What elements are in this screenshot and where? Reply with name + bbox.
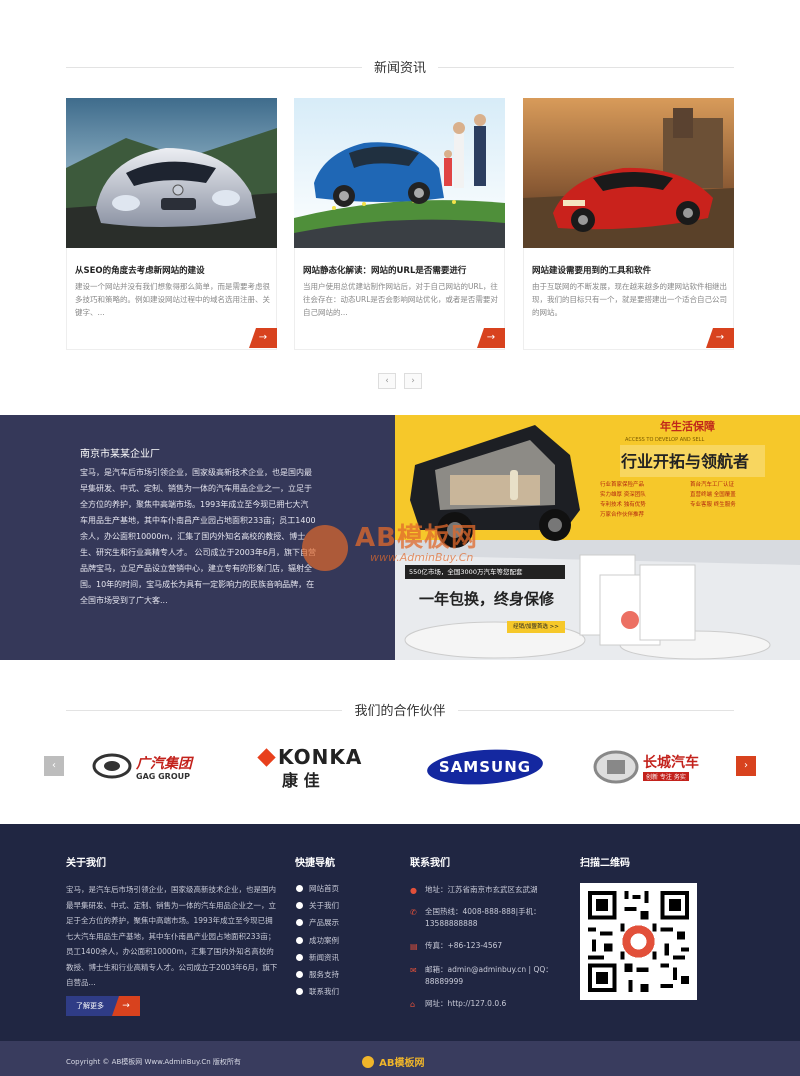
news-card-2[interactable]: 网站静态化解读：网站的URL是否需要进行 当用户使用总优建站制作网站后，对于自己… <box>294 98 505 350</box>
banner-cta-button[interactable]: 经销/加盟首选 >> <box>507 621 565 633</box>
watermark-text: AB模板网 <box>355 523 478 553</box>
banner-headline: 行业开拓与领航者 <box>621 452 750 471</box>
learn-more-label[interactable]: 了解更多 <box>76 996 104 1016</box>
copyright-text: Copyright © AB模板网 Www.AdminBuy.Cn 版权所有 <box>66 1058 241 1066</box>
footer: 关于我们 宝马，是汽车后市场引领企业，国家级高新技术企业，也是国内最早集研发、中… <box>0 824 800 1041</box>
partner-name: SAMSUNG <box>438 758 532 776</box>
watermark-logo-icon <box>302 525 348 571</box>
learn-more-button[interactable]: 了解更多 → <box>66 996 140 1016</box>
footer-about-text: 宝马，是汽车后市场引领企业，国家级高新技术企业，也是国内最早集研发、中式、定制、… <box>66 885 278 987</box>
news-prev-button[interactable]: ‹ <box>378 373 396 389</box>
contact-fax: ▤ 传真：+86-123-4567 <box>410 940 560 952</box>
fax-icon: ▤ <box>410 942 418 951</box>
footer-nav-list: 网站首页 关于我们 产品展示 成功案例 新闻资讯 服务支持 联系我们 <box>295 880 339 1000</box>
location-pin-icon: ● <box>410 886 417 895</box>
news-next-button[interactable]: › <box>404 373 422 389</box>
company-intro: 宝马，是汽车后市场引领企业，国家级高新技术企业，也是国内最早集研发、中式、定制、… <box>80 468 316 605</box>
partners-prev-button[interactable]: ‹ <box>44 756 64 776</box>
contact-address: ● 地址：江苏省南京市玄武区玄武湖 <box>410 884 560 896</box>
banner-slogan: 一年包换，终身保修 <box>419 590 555 608</box>
news-card-desc: 建设一个网站并没有我们想象得那么简单，而是需要考虑很多技巧和策略的。例如建设网站… <box>75 282 270 317</box>
phone-icon: ✆ <box>410 908 417 917</box>
contact-site-text: 网址：http://127.0.0.6 <box>425 999 507 1008</box>
news-image-red-car[interactable] <box>523 98 734 248</box>
konka-mark-icon <box>257 748 276 767</box>
partner-logo-samsung[interactable]: SAMSUNG <box>425 745 545 789</box>
news-card-title[interactable]: 从SEO的角度去考虑新网站的建设 <box>75 264 205 276</box>
news-heading: 新闻资讯 <box>361 57 438 76</box>
banner-feature: 行业首家保险产品 <box>600 482 645 488</box>
news-image-blue-car[interactable] <box>294 98 505 248</box>
news-card-3[interactable]: 网站建设需要用到的工具和软件 由于互联网的不断发展，现在越来越多的建网站软件相继… <box>523 98 734 350</box>
banner-feature: 首台汽车工厂认证 <box>690 482 735 488</box>
bottom-logo-mark-icon <box>362 1055 374 1068</box>
news-card-title[interactable]: 网站建设需要用到的工具和软件 <box>532 264 651 276</box>
news-section: 新闻资讯 从SEO的角度去考虑新网站的建设 建设一个网站并没有我们想象得那么简单… <box>0 0 800 415</box>
banner-feature: 实力雄厚 资深团队 <box>600 492 646 498</box>
mail-icon: ✉ <box>410 966 417 975</box>
arrow-right-icon[interactable]: → <box>112 996 140 1016</box>
footer-qr-title: 扫描二维码 <box>580 858 630 869</box>
partner-logo-greatwall[interactable]: 长城汽车 创新 专注 务实 <box>593 745 713 789</box>
contact-email: ✉ 邮箱：admin@adminbuy.cn | QQ：88889999 <box>410 964 560 988</box>
footer-about-title: 关于我们 <box>66 858 106 869</box>
about-section: 南京市某某企业厂 宝马，是汽车后市场引领企业，国家级高新技术企业，也是国内最早集… <box>0 415 800 660</box>
qr-code-image <box>580 883 697 1000</box>
footer-nav-item[interactable]: 联系我们 <box>295 983 339 1000</box>
copyright-bar: Copyright © AB模板网 Www.AdminBuy.Cn 版权所有 A… <box>0 1041 800 1076</box>
contact-phone-text: 全国热线：4008-888-888|手机：13588888888 <box>425 907 541 928</box>
bottom-logo[interactable]: AB模板网 <box>362 1051 424 1070</box>
partners-heading: 我们的合作伙伴 <box>342 700 458 719</box>
banner-sub-small: ACCESS TO DEVELOP AND SELL <box>625 437 705 443</box>
news-card-desc: 由于互联网的不断发展，现在越来越多的建网站软件相继出现，我们的目标只有一个，就是… <box>532 282 727 317</box>
news-card-desc: 当用户使用总优建站制作网站后，对于自己网站的URL，往往会存在：动态URL是否会… <box>303 282 498 317</box>
news-card-1[interactable]: 从SEO的角度去考虑新网站的建设 建设一个网站并没有我们想象得那么简单，而是需要… <box>66 98 277 350</box>
news-image-silver-car[interactable] <box>66 98 277 248</box>
news-section-title: 新闻资讯 <box>66 57 734 76</box>
partners-section-title: 我们的合作伙伴 <box>66 700 734 719</box>
banner-top-label: 年生活保障 <box>660 420 715 433</box>
banner-feature: 万家合作伙伴推荐 <box>600 512 645 518</box>
footer-nav-item[interactable]: 服务支持 <box>295 966 339 983</box>
footer-nav-title: 快捷导航 <box>295 858 335 869</box>
home-icon: ⌂ <box>410 1000 416 1009</box>
footer-nav-item[interactable]: 产品展示 <box>295 914 339 931</box>
footer-contact-title: 联系我们 <box>410 858 450 869</box>
contact-email-text: 邮箱：admin@adminbuy.cn | QQ：88889999 <box>425 965 553 986</box>
footer-nav-item[interactable]: 成功案例 <box>295 932 339 949</box>
footer-nav-item[interactable]: 网站首页 <box>295 880 339 897</box>
partner-name: 长城汽车 <box>643 755 699 771</box>
partner-sub: GAG GROUP <box>136 772 190 781</box>
partner-logo-gac[interactable]: 广汽集团 GAG GROUP <box>92 745 207 789</box>
banner-feature: 直营终端 全国覆盖 <box>690 492 736 498</box>
watermark-url: www.AdminBuy.Cn <box>370 551 474 564</box>
partners-section: 我们的合作伙伴 ‹ 广汽集团 GAG GROUP KONKA 康 佳 SAMSU… <box>0 660 800 824</box>
contact-address-text: 地址：江苏省南京市玄武区玄武湖 <box>425 885 538 894</box>
bottom-logo-text: AB模板网 <box>379 1058 425 1069</box>
partner-name: 广汽集团 <box>136 756 192 772</box>
company-name: 南京市某某企业厂 <box>80 449 160 460</box>
contact-site: ⌂ 网址：http://127.0.0.6 <box>410 998 560 1010</box>
banner-feature: 专业客服 终生服务 <box>690 502 736 508</box>
banner-feature: 专利技术 独有优势 <box>600 502 646 508</box>
footer-nav-item[interactable]: 关于我们 <box>295 897 339 914</box>
contact-phone: ✆ 全国热线：4008-888-888|手机：13588888888 <box>410 906 560 930</box>
partners-next-button[interactable]: › <box>736 756 756 776</box>
contact-fax-text: 传真：+86-123-4567 <box>425 941 503 950</box>
partner-sub: 创新 专注 务实 <box>643 772 689 781</box>
news-card-title[interactable]: 网站静态化解读：网站的URL是否需要进行 <box>303 264 466 276</box>
footer-nav-item[interactable]: 新闻资讯 <box>295 949 339 966</box>
partner-name: KONKA <box>278 745 363 769</box>
banner-bar-text: 550亿市场，全国3000万汽车等您配套 <box>409 568 523 576</box>
partner-sub: 康 佳 <box>282 771 320 790</box>
banner-feature-list: 行业首家保险产品 首台汽车工厂认证 实力雄厚 资深团队 直营终端 全国覆盖 专利技术… <box>600 480 795 520</box>
footer-contact: ● 地址：江苏省南京市玄武区玄武湖 ✆ 全国热线：4008-888-888|手机… <box>410 884 560 1010</box>
partner-logo-konka[interactable]: KONKA 康 佳 <box>257 745 378 790</box>
